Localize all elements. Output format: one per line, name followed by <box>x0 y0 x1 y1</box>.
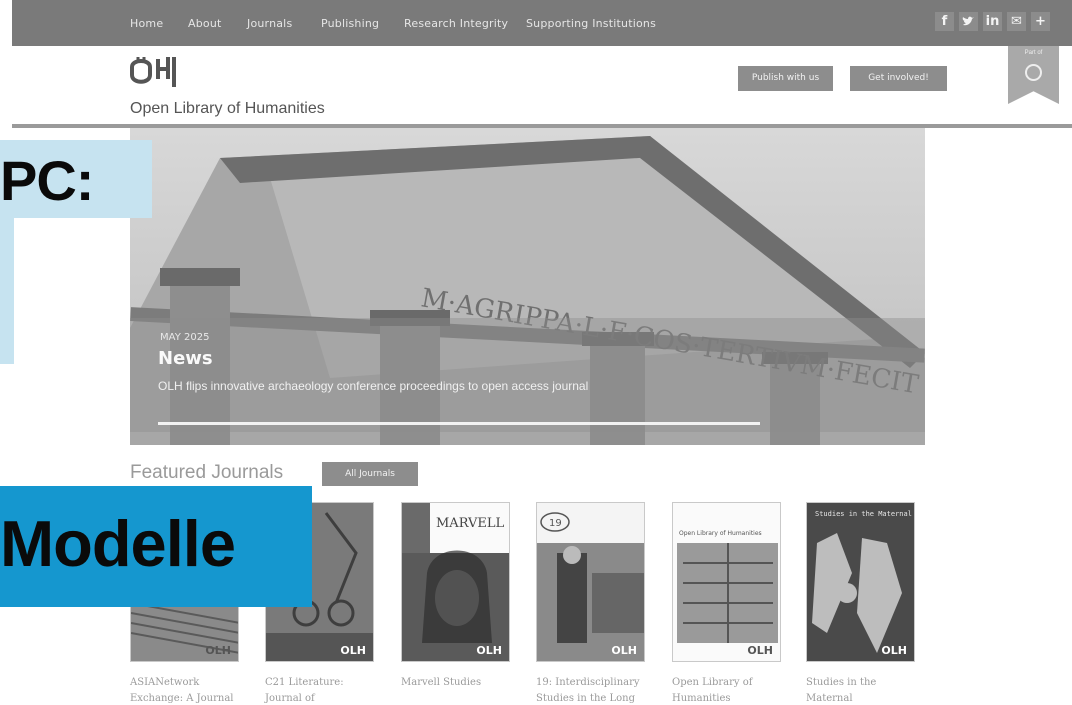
nav-link-publishing[interactable]: Publishing <box>321 17 379 30</box>
cover-number-text: 19 <box>549 518 562 529</box>
nav-link-home[interactable]: Home <box>130 17 163 30</box>
news-panel[interactable]: MAY 2025 News OLH flips innovative archa… <box>130 318 925 432</box>
journal-card[interactable]: 19 OLH 19: Interdisciplinary Studies in … <box>536 502 646 705</box>
cover-logo: OLH <box>611 644 637 657</box>
journal-title[interactable]: Open Library of Humanities <box>672 675 782 705</box>
nav-link-research-integrity[interactable]: Research Integrity <box>404 17 508 30</box>
twitter-icon[interactable] <box>959 12 978 31</box>
seal-icon <box>1025 64 1042 81</box>
journal-title[interactable]: Marvell Studies <box>401 675 511 691</box>
nav-link-journals[interactable]: Journals <box>247 17 292 30</box>
pc-label-text: PC: <box>0 149 94 212</box>
get-involved-button[interactable]: Get involved! <box>850 66 947 91</box>
journal-card[interactable]: MARVELL OLH Marvell Studies <box>401 502 511 691</box>
cover-logo: OLH <box>340 644 366 657</box>
journal-card[interactable]: Studies in the Maternal OLH Studies in t… <box>806 502 916 705</box>
modelle-label-text: Modelle <box>0 507 236 580</box>
journal-title[interactable]: 19: Interdisciplinary Studies in the Lon… <box>536 675 646 705</box>
nav-link-supporting-institutions[interactable]: Supporting Institutions <box>526 17 656 30</box>
journal-title[interactable]: C21 Literature: Journal of <box>265 675 375 705</box>
journal-title[interactable]: Studies in the Maternal <box>806 675 916 705</box>
ribbon-label: Part of <box>1024 50 1043 56</box>
cover-title-text: Open Library of Humanities <box>679 530 762 537</box>
cover-logo: OLH <box>205 644 231 657</box>
nav-link-about[interactable]: About <box>188 17 222 30</box>
journal-card[interactable]: Open Library of Humanities OLH Open Libr… <box>672 502 782 705</box>
journal-cover[interactable]: MARVELL OLH <box>401 502 510 662</box>
all-journals-button[interactable]: All Journals <box>322 462 418 486</box>
cover-logo: OLH <box>881 644 907 657</box>
linkedin-icon[interactable]: in <box>983 12 1002 31</box>
cover-logo: OLH <box>747 644 773 657</box>
facebook-icon[interactable]: f <box>935 12 954 31</box>
journal-cover[interactable]: 19 OLH <box>536 502 645 662</box>
olh-logo-icon[interactable] <box>128 53 184 93</box>
top-navigation: Home About Journals Publishing Research … <box>12 0 1072 46</box>
hero-banner[interactable]: M·AGRIPPA·L·F·COS·TERTIVM·FECIT MAY 2025… <box>130 128 925 445</box>
email-icon[interactable]: ✉ <box>1007 12 1026 31</box>
cover-title-text: Studies in the Maternal <box>815 510 912 518</box>
cover-logo: OLH <box>476 644 502 657</box>
news-date: MAY 2025 <box>160 332 210 343</box>
journal-title[interactable]: ASIANetwork Exchange: A Journal <box>130 675 240 705</box>
news-title: News <box>158 348 213 369</box>
journal-cover[interactable]: Studies in the Maternal OLH <box>806 502 915 662</box>
news-headline[interactable]: OLH flips innovative archaeology confere… <box>158 379 588 393</box>
logo-text[interactable]: Open Library of Humanities <box>130 100 325 118</box>
slide-progress-bar <box>158 422 760 425</box>
journal-cover[interactable]: Open Library of Humanities OLH <box>672 502 781 662</box>
plus-icon[interactable]: + <box>1031 12 1050 31</box>
publish-with-us-button[interactable]: Publish with us <box>738 66 833 91</box>
cover-title-text: MARVELL <box>436 516 505 531</box>
pc-label-strip <box>0 218 14 364</box>
featured-journals-heading: Featured Journals <box>130 462 284 483</box>
